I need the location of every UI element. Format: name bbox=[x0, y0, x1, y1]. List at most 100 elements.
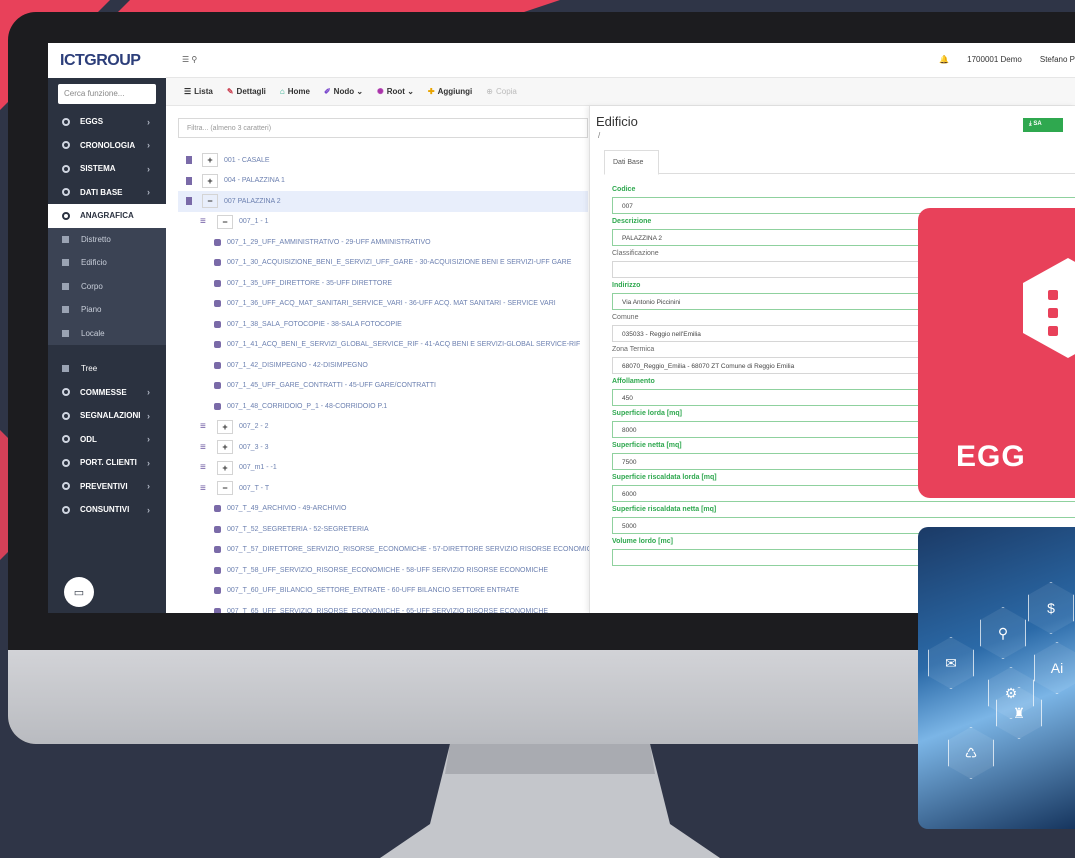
sidebar-item-commesse[interactable]: COMMESSE › bbox=[48, 381, 166, 405]
sidebar-subitem-corpo[interactable]: Corpo bbox=[48, 274, 166, 298]
panel-toggle-button[interactable]: ▭ bbox=[64, 577, 94, 607]
logo[interactable]: ICTGROUP bbox=[48, 43, 166, 78]
sidebar-item-sistema[interactable]: SISTEMA › bbox=[48, 157, 166, 181]
list-icon: ☰ bbox=[184, 87, 192, 96]
tree-leaf[interactable]: 007_1_42_DISIMPEGNO - 42-DISIMPEGNO bbox=[178, 355, 588, 376]
tree-leaf[interactable]: 007_T_65_UFF_SERVIZIO_RISORSE_ECONOMICHE… bbox=[178, 601, 588, 613]
tree-leaf[interactable]: 007_T_58_UFF_SERVIZIO_RISORSE_ECONOMICHE… bbox=[178, 560, 588, 581]
sidebar-item-port-clienti[interactable]: PORT. CLIENTI › bbox=[48, 451, 166, 475]
ai-icon: Ai bbox=[1034, 642, 1075, 694]
sidebar-item-cronologia[interactable]: CRONOLOGIA › bbox=[48, 134, 166, 158]
tree-leaf[interactable]: 007_T_57_DIRETTORE_SERVIZIO_RISORSE_ECON… bbox=[178, 540, 601, 561]
chevron-right-icon: › bbox=[147, 116, 150, 127]
floor-icon: ≡ bbox=[200, 421, 206, 433]
sidebar-item-dati-base[interactable]: DATI BASE › bbox=[48, 181, 166, 205]
sidebar-item-eggs[interactable]: EGGS › bbox=[48, 110, 166, 134]
tree-label: 007_T_52_SEGRETERIA - 52-SEGRETERIA bbox=[227, 525, 369, 533]
circle-icon bbox=[62, 117, 70, 126]
collapse-button[interactable]: − bbox=[217, 214, 233, 229]
tree-leaf[interactable]: 007_1_30_ACQUISIZIONE_BENI_E_SERVIZI_UFF… bbox=[178, 253, 588, 274]
layers-icon bbox=[62, 306, 69, 314]
tree-label: 007_3 - 3 bbox=[239, 443, 269, 451]
circle-icon bbox=[62, 388, 70, 397]
tree-node[interactable]: +001 - CASALE bbox=[178, 150, 588, 171]
top-bar: ☰ ⚲ 🔔 1700001 Demo Stefano P bbox=[166, 43, 1075, 78]
sidebar-subitem-piano[interactable]: Piano bbox=[48, 298, 166, 322]
sidebar-subitem-locale[interactable]: Locale bbox=[48, 321, 166, 345]
tree-node[interactable]: ≡ −007_1 - 1 bbox=[178, 212, 588, 233]
copia-button[interactable]: ⊕ Copia bbox=[486, 87, 517, 96]
tab-dati-base[interactable]: Dati Base bbox=[604, 150, 659, 175]
expand-button[interactable]: + bbox=[217, 460, 233, 475]
nodo-dropdown[interactable]: ✐ Nodo ⌄ bbox=[324, 87, 363, 96]
tree-leaf[interactable]: 007_1_29_UFF_AMMINISTRATIVO - 29-UFF AMM… bbox=[178, 232, 588, 253]
aggiungi-button[interactable]: ✚ Aggiungi bbox=[428, 87, 472, 96]
tree-node[interactable]: ≡ +007_m1 - -1 bbox=[178, 458, 588, 479]
expand-button[interactable]: + bbox=[217, 440, 233, 455]
collapse-button[interactable]: − bbox=[217, 481, 233, 496]
tree-label: 007_1_29_UFF_AMMINISTRATIVO - 29-UFF AMM… bbox=[227, 238, 431, 246]
tree-leaf[interactable]: 007_1_48_CORRIDOIO_P_1 - 48-CORRIDOIO P.… bbox=[178, 396, 588, 417]
sidebar-subitem-distretto[interactable]: Distretto bbox=[48, 227, 166, 251]
building-icon bbox=[62, 259, 69, 267]
chevron-right-icon: › bbox=[147, 187, 150, 198]
tree-label: 007_m1 - -1 bbox=[239, 464, 277, 472]
room-icon bbox=[214, 279, 221, 287]
sidebar-item-segnalazioni[interactable]: SEGNALAZIONI › bbox=[48, 404, 166, 428]
tree-leaf[interactable]: 007_T_60_UFF_BILANCIO_SETTORE_ENTRATE - … bbox=[178, 581, 588, 602]
chevron-right-icon: › bbox=[147, 457, 150, 468]
account-selector[interactable]: 1700001 Demo bbox=[967, 55, 1022, 64]
bell-icon[interactable]: 🔔 bbox=[939, 55, 949, 64]
tree-node[interactable]: ≡ +007_2 - 2 bbox=[178, 417, 588, 438]
tree-leaf[interactable]: 007_1_38_SALA_FOTOCOPIE - 38-SALA FOTOCO… bbox=[178, 314, 588, 335]
circle-icon bbox=[62, 482, 70, 491]
tree-filter-input[interactable]: Filtra... (almeno 3 caratteri) bbox=[178, 118, 588, 138]
sidebar-item-preventivi[interactable]: PREVENTIVI › bbox=[48, 475, 166, 499]
tree-node[interactable]: ≡ −007_T - T bbox=[178, 478, 588, 499]
tree-label: 007_1_35_UFF_DIRETTORE - 35-UFF DIRETTOR… bbox=[227, 279, 393, 287]
form-title: Edificio bbox=[596, 114, 638, 129]
expand-button[interactable]: + bbox=[202, 173, 218, 188]
tree-label: 007_1_30_ACQUISIZIONE_BENI_E_SERVIZI_UFF… bbox=[227, 259, 572, 267]
tree-leaf[interactable]: 007_1_45_UFF_GARE_CONTRATTI - 45-UFF GAR… bbox=[178, 376, 588, 397]
sidebar-subitem-tree[interactable]: Tree bbox=[48, 357, 166, 381]
tree-leaf[interactable]: 007_1_36_UFF_ACQ_MAT_SANITARI_SERVICE_VA… bbox=[178, 294, 588, 315]
dettagli-button[interactable]: ✎ Dettagli bbox=[227, 87, 266, 96]
tree-label: 007_1_45_UFF_GARE_CONTRATTI - 45-UFF GAR… bbox=[227, 382, 437, 390]
room-icon bbox=[214, 402, 221, 410]
lista-button[interactable]: ☰ Lista bbox=[184, 87, 213, 96]
circle-icon bbox=[62, 435, 70, 444]
expand-button[interactable]: + bbox=[202, 153, 218, 168]
function-search-input[interactable]: Cerca funzione... bbox=[58, 84, 156, 104]
room-icon bbox=[214, 259, 221, 267]
tree-leaf[interactable]: 007_1_41_ACQ_BENI_E_SERVIZI_GLOBAL_SERVI… bbox=[178, 335, 588, 356]
floor-icon: ≡ bbox=[200, 482, 206, 494]
tree-leaf[interactable]: 007_T_52_SEGRETERIA - 52-SEGRETERIA bbox=[178, 519, 588, 540]
user-menu[interactable]: Stefano P bbox=[1040, 55, 1075, 64]
tree-label: 007_1_42_DISIMPEGNO - 42-DISIMPEGNO bbox=[227, 361, 368, 369]
chevron-right-icon: › bbox=[147, 410, 150, 421]
history-icon bbox=[62, 141, 70, 150]
square-icon bbox=[62, 235, 69, 243]
save-button[interactable]: ⤓ SA bbox=[1023, 118, 1063, 132]
tree-leaf[interactable]: 007_T_49_ARCHIVIO - 49-ARCHIVIO bbox=[178, 499, 588, 520]
expand-button[interactable]: + bbox=[217, 419, 233, 434]
sidebar-item-anagrafica[interactable]: ANAGRAFICA bbox=[48, 204, 166, 228]
sidebar-item-odl[interactable]: ODL › bbox=[48, 428, 166, 452]
menu-and-user-icons[interactable]: ☰ ⚲ bbox=[182, 55, 197, 64]
collapse-button[interactable]: − bbox=[202, 194, 218, 209]
sidebar-subitem-edificio[interactable]: Edificio bbox=[48, 251, 166, 275]
root-dropdown[interactable]: ✺ Root ⌄ bbox=[377, 87, 414, 96]
field-label: Codice bbox=[612, 186, 636, 193]
square-icon bbox=[62, 282, 69, 290]
tree-node[interactable]: ≡ +007_3 - 3 bbox=[178, 437, 588, 458]
sidebar-item-consuntivi[interactable]: CONSUNTIVI › bbox=[48, 498, 166, 522]
cube-icon bbox=[62, 329, 69, 337]
tree-label: 007_2 - 2 bbox=[239, 423, 269, 431]
tree-node[interactable]: +004 - PALAZZINA 1 bbox=[178, 171, 588, 192]
home-button[interactable]: ⌂ Home bbox=[280, 87, 310, 96]
tree-leaf[interactable]: 007_1_35_UFF_DIRETTORE - 35-UFF DIRETTOR… bbox=[178, 273, 588, 294]
circle-icon bbox=[62, 411, 70, 420]
tree-label: 007_1_36_UFF_ACQ_MAT_SANITARI_SERVICE_VA… bbox=[227, 300, 556, 308]
tree-node[interactable]: −007 PALAZZINA 2 bbox=[178, 191, 588, 212]
